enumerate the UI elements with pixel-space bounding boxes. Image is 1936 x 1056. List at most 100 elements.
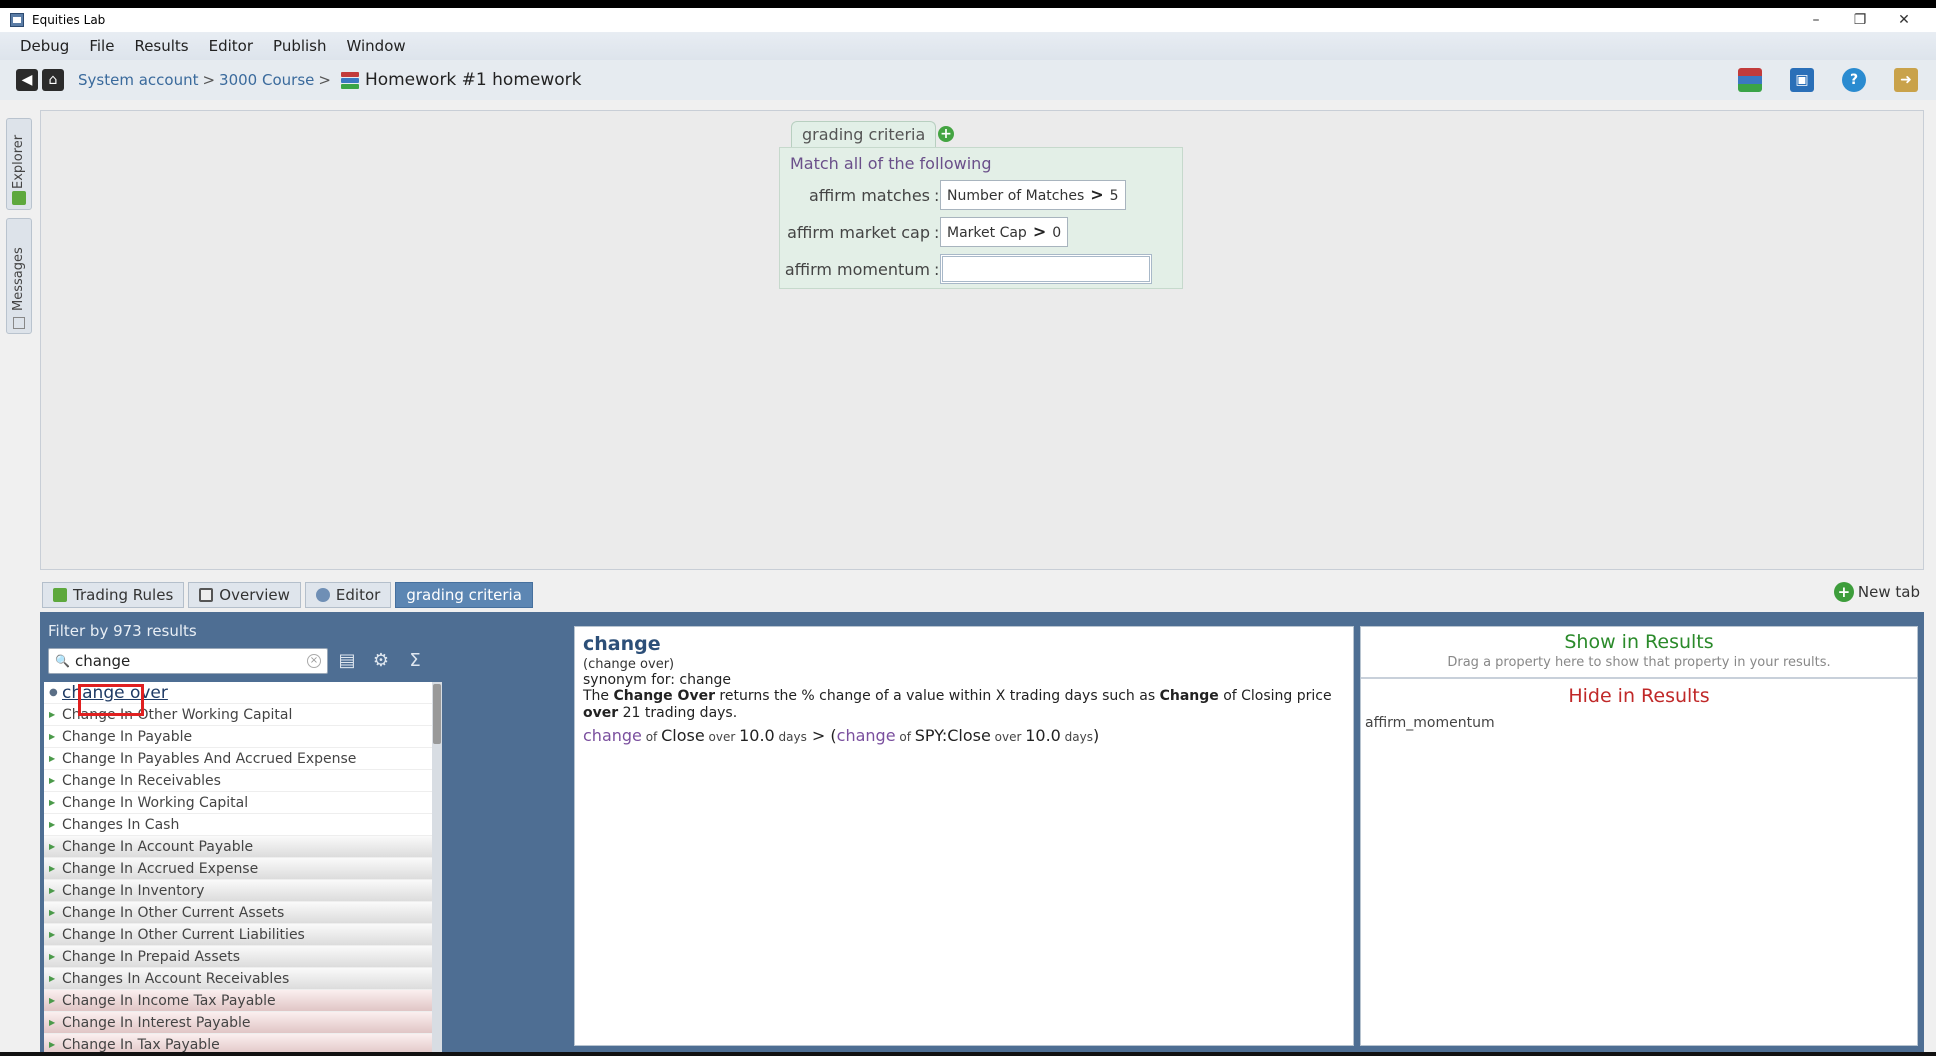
taskbar-strip bbox=[0, 1052, 1936, 1056]
overview-icon bbox=[199, 588, 214, 602]
menu-publish[interactable]: Publish bbox=[273, 37, 326, 55]
description-example: change of Close over 10.0 days > (change… bbox=[583, 726, 1100, 745]
menu-debug[interactable]: Debug bbox=[20, 37, 69, 55]
description-title: change bbox=[583, 633, 661, 655]
show-in-results-hint: Drag a property here to show that proper… bbox=[1447, 655, 1831, 670]
scrollbar-thumb[interactable] bbox=[433, 684, 441, 744]
criteria-value-field[interactable]: Market Cap >0 bbox=[940, 217, 1069, 247]
description-text: The Change Over returns the % change of … bbox=[583, 688, 1332, 721]
clear-search-icon[interactable]: × bbox=[307, 654, 321, 668]
criteria-row: affirm momentum : bbox=[780, 254, 1180, 284]
library-icon[interactable] bbox=[1738, 68, 1762, 92]
show-in-results-dropzone[interactable]: Show in Results Drag a property here to … bbox=[1361, 627, 1917, 679]
restore-button[interactable]: ❐ bbox=[1838, 8, 1882, 32]
list-item[interactable]: Change In Tax Payable bbox=[44, 1034, 432, 1052]
breadcrumb: System account > 3000 Course > Homework … bbox=[78, 69, 581, 91]
criteria-row: affirm market cap : Market Cap >0 bbox=[780, 217, 1180, 247]
messages-tab-label: Messages bbox=[11, 247, 26, 311]
menu-file[interactable]: File bbox=[89, 37, 114, 55]
description-subtitle: (change over) bbox=[583, 657, 675, 672]
new-tab-button[interactable]: + New tab bbox=[1833, 582, 1920, 602]
list-item[interactable]: Change In Working Capital bbox=[44, 792, 432, 814]
breadcrumb-separator: > bbox=[202, 71, 216, 89]
list-item[interactable]: Change In Other Current Assets bbox=[44, 902, 432, 924]
list-item[interactable]: Change In Payable bbox=[44, 726, 432, 748]
hide-in-results-title: Hide in Results bbox=[1568, 685, 1710, 707]
breadcrumb-course[interactable]: 3000 Course bbox=[219, 71, 314, 89]
criteria-row: affirm matches : Number of Matches >5 bbox=[780, 180, 1180, 210]
grading-criteria-block: grading criteria + Match all of the foll… bbox=[769, 121, 1203, 289]
results-panel: Show in Results Drag a property here to … bbox=[1360, 626, 1918, 1046]
criteria-label: affirm market cap bbox=[787, 223, 930, 242]
app-icon bbox=[10, 13, 24, 27]
list-item[interactable]: Change In Payables And Accrued Expense bbox=[44, 748, 432, 770]
minimize-button[interactable]: – bbox=[1794, 8, 1838, 32]
menu-window[interactable]: Window bbox=[347, 37, 406, 55]
bottom-tab-bar: Trading Rules Overview Editor grading cr… bbox=[42, 582, 537, 608]
explorer-tab-label: Explorer bbox=[11, 134, 26, 189]
trading-rules-icon bbox=[53, 588, 67, 602]
search-input[interactable] bbox=[75, 652, 295, 670]
menu-editor[interactable]: Editor bbox=[209, 37, 253, 55]
list-item[interactable]: Change In Other Current Liabilities bbox=[44, 924, 432, 946]
description-synonym: synonym for: change bbox=[583, 672, 731, 688]
list-item[interactable]: Change In Inventory bbox=[44, 880, 432, 902]
property-list: change over Change In Other Working Capi… bbox=[44, 682, 432, 1052]
nav-bar: ◀ ⌂ System account > 3000 Course > Homew… bbox=[0, 60, 1936, 100]
criteria-label: affirm momentum bbox=[784, 260, 930, 279]
tab-overview[interactable]: Overview bbox=[188, 582, 301, 608]
criteria-empty-input[interactable] bbox=[940, 254, 1152, 284]
tab-grading-criteria[interactable]: grading criteria bbox=[395, 582, 533, 608]
list-item[interactable]: Change In Interest Payable bbox=[44, 1012, 432, 1034]
editor-icon bbox=[315, 588, 330, 602]
breadcrumb-separator: > bbox=[318, 71, 331, 89]
save-icon[interactable]: ▣ bbox=[1790, 68, 1814, 92]
list-scrollbar[interactable] bbox=[432, 682, 442, 1052]
criteria-value-field[interactable]: Number of Matches >5 bbox=[940, 180, 1126, 210]
criteria-label: affirm matches bbox=[808, 186, 930, 205]
editor-canvas: grading criteria + Match all of the foll… bbox=[40, 110, 1924, 570]
search-box: 🔍 × bbox=[48, 648, 328, 674]
add-criteria-icon[interactable]: + bbox=[938, 126, 954, 142]
back-icon[interactable]: ◀ bbox=[16, 69, 38, 91]
gear-icon[interactable]: ⚙ bbox=[370, 650, 392, 672]
list-item[interactable]: Changes In Account Receivables bbox=[44, 968, 432, 990]
list-item[interactable]: Change In Accrued Expense bbox=[44, 858, 432, 880]
list-item[interactable]: Change In Prepaid Assets bbox=[44, 946, 432, 968]
plus-icon: + bbox=[1833, 582, 1854, 602]
books-icon bbox=[339, 69, 361, 91]
tab-editor[interactable]: Editor bbox=[304, 582, 392, 608]
filter-title: Filter by 973 results bbox=[48, 622, 197, 640]
close-button[interactable]: ✕ bbox=[1882, 8, 1926, 32]
menu-results[interactable]: Results bbox=[134, 37, 188, 55]
search-icon: 🔍 bbox=[55, 654, 70, 668]
explorer-icon bbox=[12, 191, 26, 205]
hide-in-results-dropzone[interactable]: Hide in Results affirm_momentum bbox=[1361, 679, 1917, 731]
criteria-header: Match all of the following bbox=[790, 154, 992, 173]
list-view-icon[interactable]: ▤ bbox=[336, 650, 358, 672]
description-panel: change (change over) synonym for: change… bbox=[574, 626, 1354, 1046]
app-window: Equities Lab – ❐ ✕ Debug File Results Ed… bbox=[0, 8, 1936, 1056]
criteria-tab[interactable]: grading criteria bbox=[791, 121, 937, 147]
exit-icon[interactable]: ➜ bbox=[1894, 68, 1918, 92]
list-item[interactable]: Change In Receivables bbox=[44, 770, 432, 792]
hidden-property-item[interactable]: affirm_momentum bbox=[1365, 715, 1917, 731]
property-pane: Filter by 973 results 🔍 × ▤ ⚙ Σ change o… bbox=[40, 612, 1924, 1052]
tab-explorer[interactable]: Explorer bbox=[6, 118, 32, 210]
messages-icon bbox=[13, 317, 25, 329]
tab-messages[interactable]: Messages bbox=[6, 218, 32, 334]
list-item[interactable]: Change In Income Tax Payable bbox=[44, 990, 432, 1012]
help-icon[interactable]: ? bbox=[1842, 68, 1866, 92]
tab-trading-rules[interactable]: Trading Rules bbox=[42, 582, 185, 608]
selection-highlight bbox=[78, 684, 144, 716]
breadcrumb-current: Homework #1 homework bbox=[364, 70, 582, 90]
title-bar: Equities Lab – ❐ ✕ bbox=[0, 8, 1936, 32]
home-icon[interactable]: ⌂ bbox=[42, 69, 64, 91]
menu-bar: Debug File Results Editor Publish Window bbox=[0, 32, 1936, 60]
show-in-results-title: Show in Results bbox=[1564, 631, 1714, 653]
sigma-icon[interactable]: Σ bbox=[404, 650, 426, 672]
list-item[interactable]: Changes In Cash bbox=[44, 814, 432, 836]
list-item[interactable]: Change In Account Payable bbox=[44, 836, 432, 858]
breadcrumb-system-account[interactable]: System account bbox=[78, 71, 198, 89]
criteria-panel: Match all of the following affirm matche… bbox=[779, 147, 1183, 289]
